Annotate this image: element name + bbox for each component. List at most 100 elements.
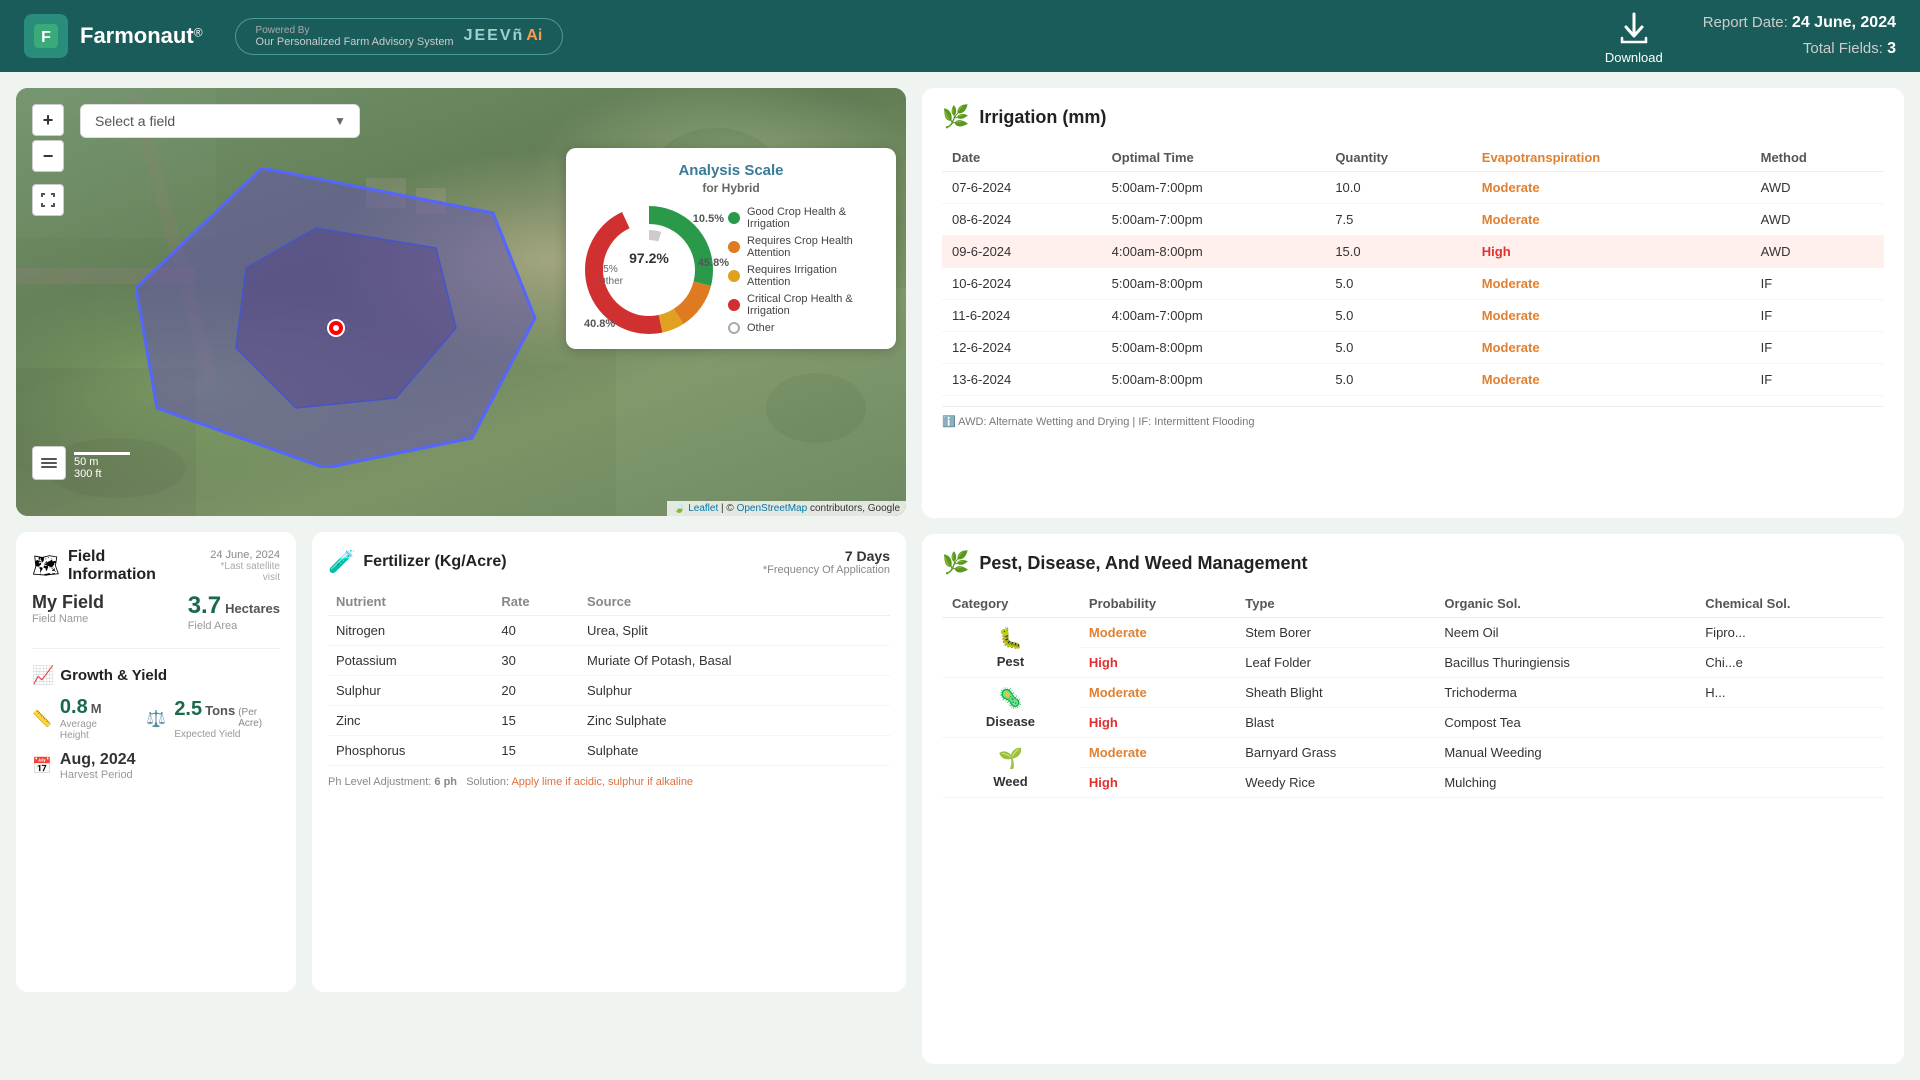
type-cell: Leaf Folder [1235,648,1434,678]
map-layer-button[interactable] [32,446,66,480]
prob-cell: High [1079,768,1235,798]
growth-title: Growth & Yield [60,667,167,684]
irr-col-date: Date [942,144,1102,172]
type-cell: Stem Borer [1235,618,1434,648]
irr-evap: Moderate [1472,300,1751,332]
legend-label-critical: Critical Crop Health & Irrigation [747,293,878,317]
pct-label-408: 40.8% [584,318,615,330]
pest-row: High Weedy Rice Mulching [942,768,1884,798]
organic-cell: Neem Oil [1434,618,1695,648]
field-info-date: 24 June, 2024 [210,549,280,561]
legend-dot-critical [728,299,740,311]
analysis-scale-title: Analysis Scale [584,162,878,179]
total-fields-value: 3 [1887,40,1896,57]
field-info-panel: 🗺 Field Information 24 June, 2024 *Last … [16,532,296,992]
ph-note: Ph Level Adjustment: 6 ph Solution: Appl… [328,776,890,788]
harvest-icon: 📅 [32,756,52,776]
chemical-cell [1695,708,1884,738]
prob-cell: Moderate [1079,618,1235,648]
header: F Farmonaut® Powered By Our Personalized… [0,0,1920,72]
download-icon [1614,8,1654,48]
pest-col-chemical: Chemical Sol. [1695,590,1884,618]
growth-icon: 📈 [32,665,54,686]
pest-col-type: Type [1235,590,1434,618]
zoom-in-button[interactable]: + [32,104,64,136]
scale-meters: 50 m [74,456,130,468]
fertilizer-title-row: 🧪 Fertilizer (Kg/Acre) [328,549,507,575]
growth-yield-section: 📈 Growth & Yield 📏 0.8 M Average Hei [32,665,280,781]
type-cell: Weedy Rice [1235,768,1434,798]
pest-col-organic: Organic Sol. [1434,590,1695,618]
prob-cell: High [1079,708,1235,738]
irr-date: 08-6-2024 [942,204,1102,236]
fertilizer-title: Fertilizer (Kg/Acre) [363,553,506,571]
irr-date: 10-6-2024 [942,268,1102,300]
yield-unit: Tons [205,703,235,718]
irr-date: 13-6-2024 [942,364,1102,396]
harvest-row: 📅 Aug, 2024 Harvest Period [32,751,280,781]
analysis-scale-panel: Analysis Scale for Hybrid [566,148,896,349]
yield-per: (Per Acre) [238,707,280,729]
nutrient-cell: Phosphorus [328,736,493,766]
logo-area: F Farmonaut® Powered By Our Personalized… [24,14,563,58]
pest-title: Pest, Disease, And Weed Management [979,553,1307,574]
source-cell: Urea, Split [579,616,890,646]
irr-evap: Moderate [1472,172,1751,204]
chemical-cell: H... [1695,678,1884,708]
ph-value: 6 ph [434,776,457,788]
legend-ring-other [728,322,740,334]
zoom-out-button[interactable]: − [32,140,64,172]
irr-quantity: 5.0 [1325,332,1471,364]
irr-optimal: 5:00am-8:00pm [1102,332,1326,364]
organic-cell: Compost Tea [1434,708,1695,738]
jeevn-badge: Powered By Our Personalized Farm Advisor… [235,18,564,55]
report-date: 24 June, 2024 [1792,14,1896,31]
rate-cell: 20 [493,676,579,706]
osm-link[interactable]: OpenStreetMap [737,503,808,514]
legend-item-other: Other [728,322,878,334]
analysis-legend: Good Crop Health & Irrigation Requires C… [728,206,878,334]
yield-value: 2.5 [174,698,202,721]
field-area-unit: Hectares [225,601,280,616]
growth-metrics-row: 📏 0.8 M Average Height ⚖️ [32,696,280,741]
field-info-date-area: 24 June, 2024 *Last satellite visit [202,549,280,583]
download-label: Download [1605,50,1663,65]
height-label: Average Height [60,719,126,741]
irr-date: 07-6-2024 [942,172,1102,204]
irr-method: AWD [1751,236,1884,268]
pest-row: High Blast Compost Tea [942,708,1884,738]
irrigation-icon: 🌿 [942,104,969,130]
irr-evap: Moderate [1472,364,1751,396]
field-area-label: Field Area [188,620,280,632]
pest-col-prob: Probability [1079,590,1235,618]
leaflet-link[interactable]: 🍃 Leaflet [673,503,718,514]
field-info-icon: 🗺 [32,553,60,579]
chemical-cell [1695,738,1884,768]
harvest-date: Aug, 2024 [60,751,136,769]
irr-date: 11-6-2024 [942,300,1102,332]
map-section: + − Select a field ▼ [16,88,906,1064]
ph-solution[interactable]: Apply lime if acidic, sulphur if alkalin… [511,776,693,788]
source-cell: Sulphate [579,736,890,766]
yield-item: ⚖️ 2.5 Tons (Per Acre) Expected Yield [146,696,280,741]
harvest-label: Harvest Period [60,769,136,781]
legend-dot-good [728,212,740,224]
fullscreen-button[interactable] [32,184,64,216]
organic-cell: Trichoderma [1434,678,1695,708]
legend-item-irrigation: Requires Irrigation Attention [728,264,878,288]
col-nutrient: Nutrient [328,588,493,616]
field-select[interactable]: Select a field [80,104,360,138]
irr-method: AWD [1751,172,1884,204]
fertilizer-freq: 7 Days *Frequency Of Application [763,548,890,576]
report-info: Report Date: 24 June, 2024 Total Fields:… [1703,10,1896,61]
organic-cell: Bacillus Thuringiensis [1434,648,1695,678]
download-button[interactable]: Download [1605,8,1663,65]
footnote-text: AWD: Alternate Wetting and Drying | IF: … [958,416,1254,428]
bottom-left-panels: 🗺 Field Information 24 June, 2024 *Last … [16,532,906,992]
legend-item-critical: Critical Crop Health & Irrigation [728,293,878,317]
map-scale: 50 m 300 ft [74,452,130,480]
legend-dot-irrigation [728,270,740,282]
irrigation-row: 08-6-2024 5:00am-7:00pm 7.5 Moderate AWD [942,204,1884,236]
rate-cell: 15 [493,736,579,766]
pct-label-458: 45.8% [698,257,729,269]
